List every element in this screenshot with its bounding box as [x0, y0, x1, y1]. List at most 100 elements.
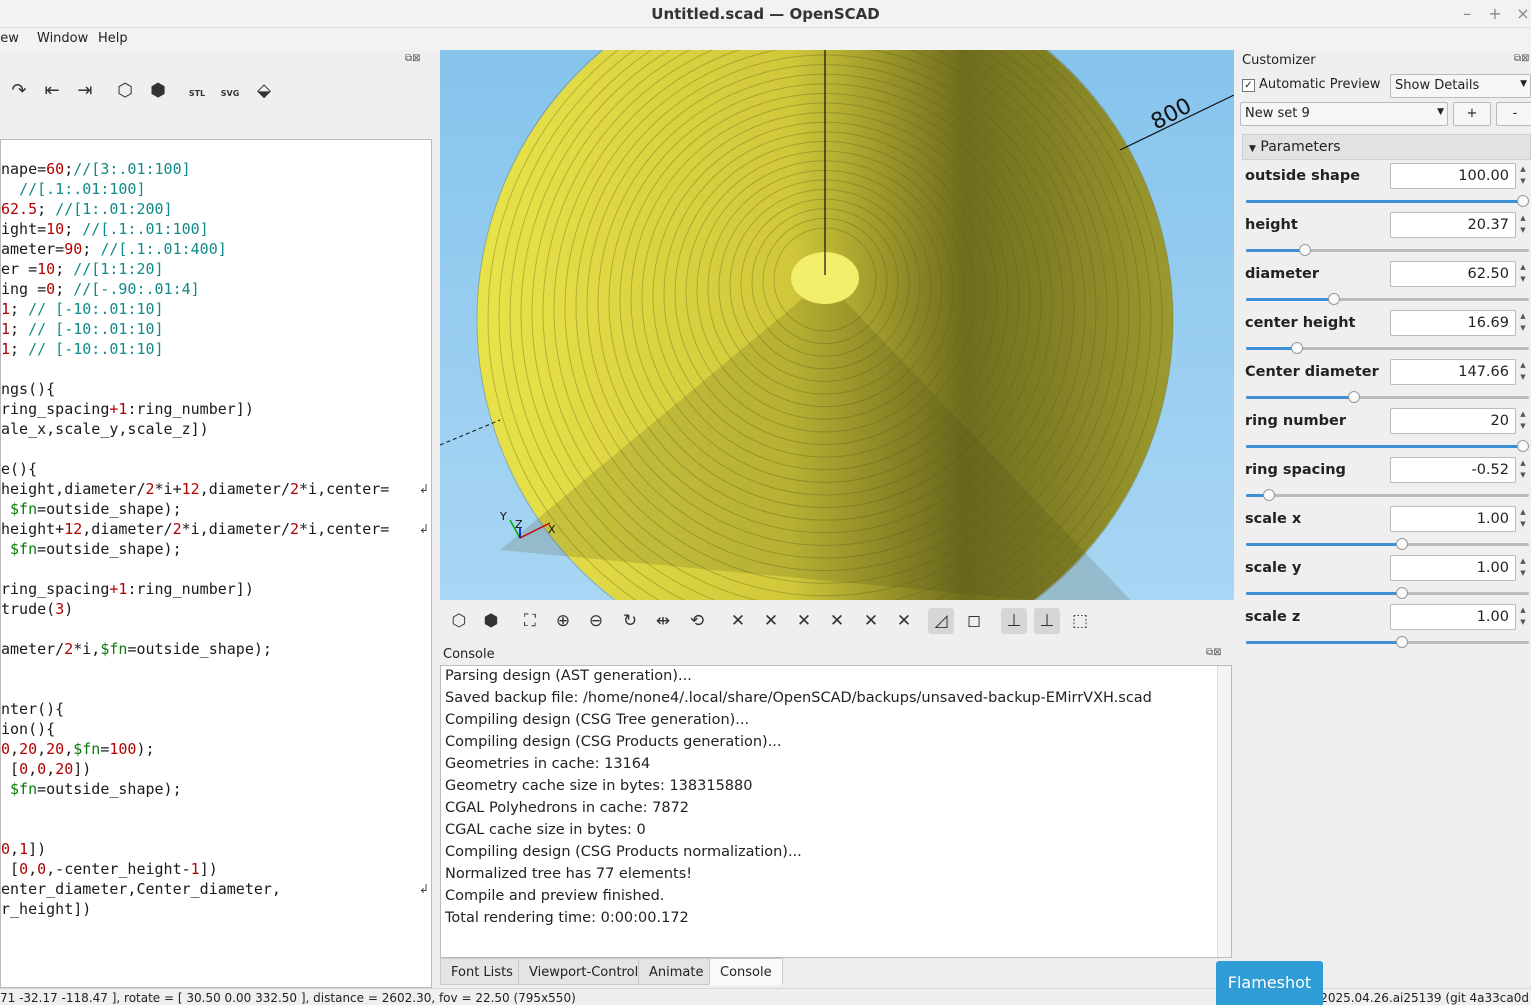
- tab-animate[interactable]: Animate: [638, 958, 715, 985]
- view-bottom-icon[interactable]: ✕: [891, 608, 917, 634]
- slider-handle[interactable]: [1517, 195, 1529, 207]
- slider-handle[interactable]: [1262, 489, 1275, 501]
- code-token: 100: [109, 740, 137, 758]
- slider-handle[interactable]: [1327, 293, 1340, 305]
- param-spinner[interactable]: ▲ ▼: [1517, 212, 1529, 238]
- param-value-input[interactable]: 62.50: [1390, 261, 1516, 287]
- param-value-input[interactable]: 1.00: [1390, 506, 1516, 532]
- export-stl-icon[interactable]: STL: [184, 78, 210, 104]
- slider-handle[interactable]: [1299, 244, 1312, 256]
- close-icon[interactable]: ×: [1513, 4, 1531, 23]
- param-value-input[interactable]: 16.69: [1390, 310, 1516, 336]
- param-slider[interactable]: [1246, 244, 1529, 256]
- maximize-icon[interactable]: +: [1485, 4, 1505, 23]
- param-spinner[interactable]: ▲ ▼: [1517, 310, 1529, 336]
- param-slider[interactable]: [1246, 391, 1529, 403]
- show-scale-icon[interactable]: ⊥: [1034, 608, 1060, 634]
- slider-handle[interactable]: [1395, 636, 1408, 648]
- view-right-icon[interactable]: ✕: [725, 608, 751, 634]
- render-icon[interactable]: ⬢: [145, 78, 171, 104]
- slider-handle[interactable]: [1517, 440, 1529, 452]
- slider-handle[interactable]: [1395, 538, 1408, 550]
- code-token: ,diameter/: [82, 520, 173, 538]
- code-token: $fn: [10, 540, 38, 558]
- menu-view[interactable]: View: [0, 31, 19, 46]
- param-value-input[interactable]: 1.00: [1390, 604, 1516, 630]
- view-all-icon[interactable]: ⛶: [517, 608, 543, 634]
- code-line: e(){: [1, 460, 37, 480]
- zoom-out-icon[interactable]: ⊖: [583, 608, 609, 634]
- view-top-icon[interactable]: ✕: [858, 608, 884, 634]
- param-spinner[interactable]: ▲ ▼: [1517, 506, 1529, 532]
- menu-window[interactable]: Window: [37, 31, 88, 46]
- code-token: ]): [199, 860, 218, 878]
- code-token: 0: [1, 840, 11, 858]
- orthogonal-icon[interactable]: ◻: [961, 608, 987, 634]
- console-output[interactable]: Parsing design (AST generation)... Saved …: [440, 665, 1232, 958]
- unindent-icon[interactable]: ⇤: [39, 78, 65, 104]
- param-value-input[interactable]: 20.37: [1390, 212, 1516, 238]
- code-token: 2: [145, 480, 155, 498]
- param-value-input[interactable]: 100.00: [1390, 163, 1516, 189]
- view-left-icon[interactable]: ✕: [758, 608, 784, 634]
- param-value-input[interactable]: 147.66: [1390, 359, 1516, 385]
- minimize-icon[interactable]: –: [1457, 4, 1477, 23]
- param-spinner[interactable]: ▲ ▼: [1517, 555, 1529, 581]
- code-token: 0: [37, 860, 47, 878]
- param-spinner[interactable]: ▲ ▼: [1517, 457, 1529, 483]
- param-slider[interactable]: [1246, 636, 1529, 648]
- param-spinner[interactable]: ▲ ▼: [1517, 359, 1529, 385]
- tab-console[interactable]: Console: [709, 958, 783, 985]
- add-preset-button[interactable]: +: [1453, 102, 1491, 126]
- code-token: ]): [73, 760, 92, 778]
- send-to-print-icon[interactable]: ⬙: [251, 78, 277, 104]
- show-edges-icon[interactable]: ⬚: [1067, 608, 1093, 634]
- preview-icon[interactable]: ⬡: [446, 608, 472, 634]
- reset-view-icon[interactable]: ↻: [617, 608, 643, 634]
- param-spinner[interactable]: ▲ ▼: [1517, 261, 1529, 287]
- flameshot-badge[interactable]: Flameshot: [1216, 961, 1323, 1005]
- param-value-input[interactable]: 1.00: [1390, 555, 1516, 581]
- 3d-viewport[interactable]: 800 X Y Z: [440, 50, 1234, 600]
- param-spinner[interactable]: ▲ ▼: [1517, 408, 1529, 434]
- param-slider[interactable]: [1246, 587, 1529, 599]
- export-svg-icon[interactable]: SVG: [217, 78, 243, 104]
- param-slider[interactable]: [1246, 293, 1529, 305]
- perspective-icon[interactable]: ◿: [928, 608, 954, 634]
- remove-preset-button[interactable]: -: [1496, 102, 1531, 126]
- zoom-in-icon[interactable]: ⊕: [550, 608, 576, 634]
- customizer-dock-buttons[interactable]: ⧉⊠: [1514, 53, 1530, 64]
- console-scrollbar[interactable]: [1217, 666, 1231, 957]
- param-spinner[interactable]: ▲ ▼: [1517, 163, 1529, 189]
- view-back-icon[interactable]: ✕: [791, 608, 817, 634]
- slider-handle[interactable]: [1395, 587, 1408, 599]
- param-slider[interactable]: [1246, 538, 1529, 550]
- redo-icon[interactable]: ↷: [6, 78, 32, 104]
- render-icon[interactable]: ⬢: [478, 608, 504, 634]
- slider-handle[interactable]: [1290, 342, 1303, 354]
- menu-help[interactable]: Help: [98, 31, 128, 46]
- view-front-icon[interactable]: ✕: [824, 608, 850, 634]
- tab-viewport-control[interactable]: Viewport-Control: [518, 958, 650, 985]
- param-value-input[interactable]: 20: [1390, 408, 1516, 434]
- param-slider[interactable]: [1246, 342, 1529, 354]
- param-slider[interactable]: [1246, 440, 1529, 452]
- view-center-icon[interactable]: ⇹: [650, 608, 676, 634]
- editor-dock-buttons[interactable]: ⧉⊠: [405, 53, 421, 64]
- details-select[interactable]: Show Details ▼: [1390, 74, 1531, 98]
- view-rotate-icon[interactable]: ⟲: [684, 608, 710, 634]
- param-value-input[interactable]: -0.52: [1390, 457, 1516, 483]
- param-spinner[interactable]: ▲ ▼: [1517, 604, 1529, 630]
- slider-handle[interactable]: [1347, 391, 1360, 403]
- tab-font-lists[interactable]: Font Lists: [440, 958, 524, 985]
- param-slider[interactable]: [1246, 489, 1529, 501]
- show-axes-icon[interactable]: ⊥: [1001, 608, 1027, 634]
- automatic-preview-checkbox[interactable]: ✓: [1242, 79, 1255, 92]
- code-editor[interactable]: nape=60;//[3:.01:100] //[.1:.01:100] 62.5…: [0, 139, 432, 988]
- preset-select[interactable]: New set 9 ▼: [1240, 102, 1448, 126]
- indent-icon[interactable]: ⇥: [72, 78, 98, 104]
- preview-icon[interactable]: ⬡: [112, 78, 138, 104]
- param-slider[interactable]: [1246, 195, 1529, 207]
- console-dock-buttons[interactable]: ⧉⊠: [1206, 647, 1222, 658]
- parameters-header[interactable]: ▼ Parameters: [1242, 134, 1531, 160]
